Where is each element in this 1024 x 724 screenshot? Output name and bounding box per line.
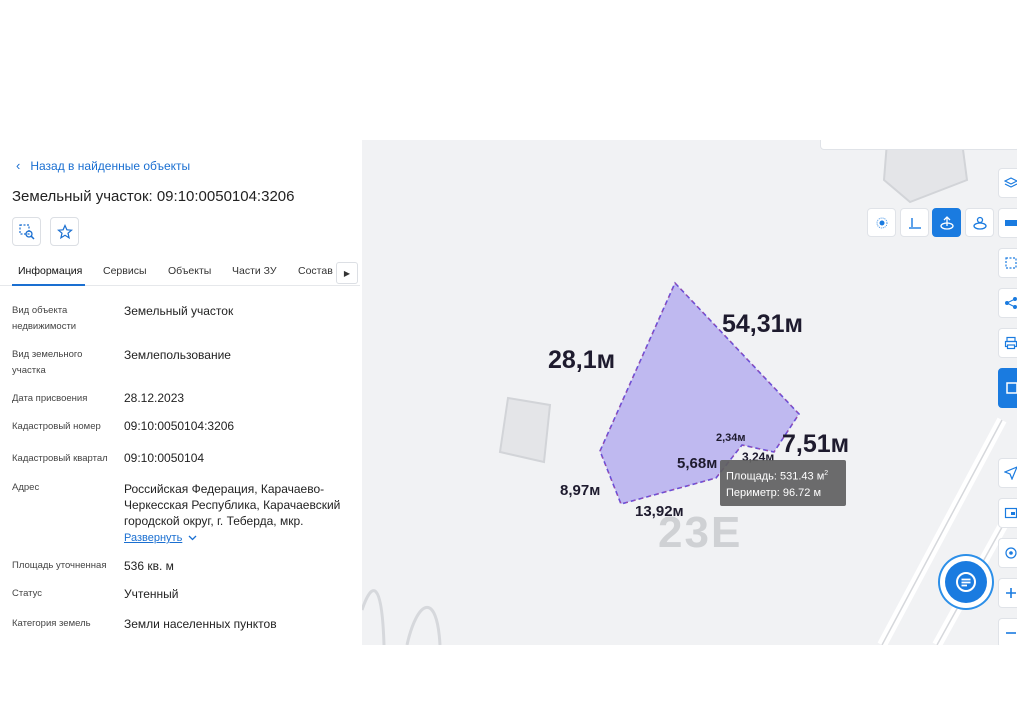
field-value-parcel-type: Землепользование	[124, 348, 231, 362]
tooltip-perimeter: Периметр: 96.72 м	[726, 486, 822, 499]
target-icon	[18, 223, 35, 240]
zoom-in-button[interactable]	[998, 578, 1017, 608]
location-button[interactable]	[998, 538, 1017, 568]
field-label-land-category: Категория земель	[12, 618, 91, 629]
dimension-label: 5,68м	[677, 455, 718, 472]
share-icon	[1005, 297, 1017, 309]
radius-icon	[972, 216, 987, 230]
locate-on-map-button[interactable]	[12, 217, 41, 246]
field-value-object-type: Земельный участок	[124, 304, 234, 318]
field-label-cadastral-number: Кадастровый номер	[12, 421, 101, 432]
field-label-assign-date: Дата присвоения	[12, 393, 88, 404]
building-shape	[882, 141, 969, 204]
tab-services[interactable]: Сервисы	[103, 265, 147, 277]
measure-radius-button[interactable]	[965, 208, 994, 237]
field-label-cadastral-quarter: Кадастровый квартал	[12, 453, 108, 464]
print-button[interactable]	[998, 328, 1017, 358]
active-tab-indicator	[12, 284, 85, 286]
cadastral-map[interactable]: 23E 28,1м 54,31м 7,51м 2,34м 3,24м 5,68м…	[362, 140, 1017, 645]
measure-distance-button[interactable]	[900, 208, 929, 237]
dimension-label: 7,51м	[782, 430, 850, 458]
building-shape	[498, 396, 552, 464]
select-area-button[interactable]	[998, 248, 1017, 278]
object-info-panel: ‹ Назад в найденные объекты Земельный уч…	[0, 140, 360, 645]
chevron-down-icon	[188, 535, 197, 541]
dimension-label: 8,97м	[560, 482, 601, 499]
tab-composition[interactable]: Состав	[298, 265, 333, 277]
field-label-parcel-type: Вид земельного участка	[12, 349, 83, 376]
dimension-label: 28,1м	[548, 346, 616, 374]
layers-icon	[1004, 177, 1017, 188]
measure-area-button[interactable]	[932, 208, 961, 237]
ruler-icon	[1005, 220, 1017, 226]
chat-button-inner	[945, 561, 987, 603]
dimension-label: 54,31м	[722, 310, 804, 338]
point-icon	[876, 217, 887, 228]
layers-button[interactable]	[998, 168, 1017, 198]
field-value-area: 536 кв. м	[124, 559, 174, 573]
print-icon	[1004, 336, 1017, 350]
tabs-scroll-right-button[interactable]: ▶	[336, 262, 358, 284]
measure-point-button[interactable]	[867, 208, 896, 237]
back-link-label: Назад в найденные объекты	[30, 158, 191, 173]
measurement-tooltip: Площадь: 531.43 м2 Периметр: 96.72 м	[720, 460, 846, 506]
field-value-cadastral-quarter: 09:10:0050104	[124, 451, 205, 465]
star-icon	[56, 223, 73, 239]
area-icon	[939, 215, 954, 230]
info-tabs: Информация Сервисы Объекты Части ЗУ Сост…	[0, 260, 360, 286]
measurement-panel-button[interactable]	[998, 368, 1017, 408]
zoom-out-button[interactable]	[998, 618, 1017, 645]
chat-button[interactable]	[938, 554, 994, 610]
field-label-area: Площадь уточненная	[12, 560, 107, 571]
tab-parcel-parts[interactable]: Части ЗУ	[232, 265, 277, 277]
dimension-label: 13,92м	[635, 503, 684, 520]
road-edge	[405, 606, 442, 645]
field-label-status: Статус	[12, 588, 43, 599]
tooltip-area: Площадь: 531.43 м2	[726, 470, 829, 483]
screen-icon	[1004, 507, 1017, 519]
distance-icon	[908, 217, 921, 229]
field-label-object-type: Вид объекта недвижимости	[12, 305, 77, 332]
field-value-assign-date: 28.12.2023	[124, 391, 185, 405]
field-value-land-category: Земли населенных пунктов	[124, 617, 277, 631]
map-mode-button[interactable]	[998, 498, 1017, 528]
back-to-results-link[interactable]: ‹ Назад в найденные объекты	[16, 158, 190, 173]
field-value-status: Учтенный	[124, 587, 179, 601]
tab-objects[interactable]: Объекты	[168, 265, 211, 277]
dimension-label: 2,34м	[716, 432, 746, 444]
navigation-arrow-icon	[1004, 466, 1017, 480]
expand-label: Развернуть	[124, 532, 183, 544]
plus-icon	[1006, 588, 1016, 598]
road-shape	[877, 417, 1017, 645]
expand-address-link[interactable]: Развернуть	[124, 532, 197, 544]
select-area-icon	[1005, 257, 1017, 269]
ruler-button[interactable]	[998, 208, 1017, 238]
measure-panel-icon	[1006, 382, 1017, 394]
field-label-address: Адрес	[12, 482, 40, 493]
add-favorite-button[interactable]	[50, 217, 79, 246]
navigate-button[interactable]	[998, 458, 1017, 488]
triangle-right-icon: ▶	[343, 268, 351, 278]
page-title: Земельный участок: 09:10:0050104:3206	[12, 188, 295, 205]
field-value-cadastral-number: 09:10:0050104:3206	[124, 419, 235, 433]
location-icon	[1005, 547, 1017, 559]
chevron-left-icon: ‹	[16, 158, 21, 173]
tab-info[interactable]: Информация	[18, 265, 82, 277]
field-value-address: Российская Федерация, Карачаево-Черкесск…	[124, 482, 341, 528]
map-search-box[interactable]	[820, 140, 1017, 150]
share-button[interactable]	[998, 288, 1017, 318]
chat-icon	[956, 572, 976, 592]
minus-icon	[1006, 632, 1016, 634]
road-edge	[362, 589, 386, 645]
